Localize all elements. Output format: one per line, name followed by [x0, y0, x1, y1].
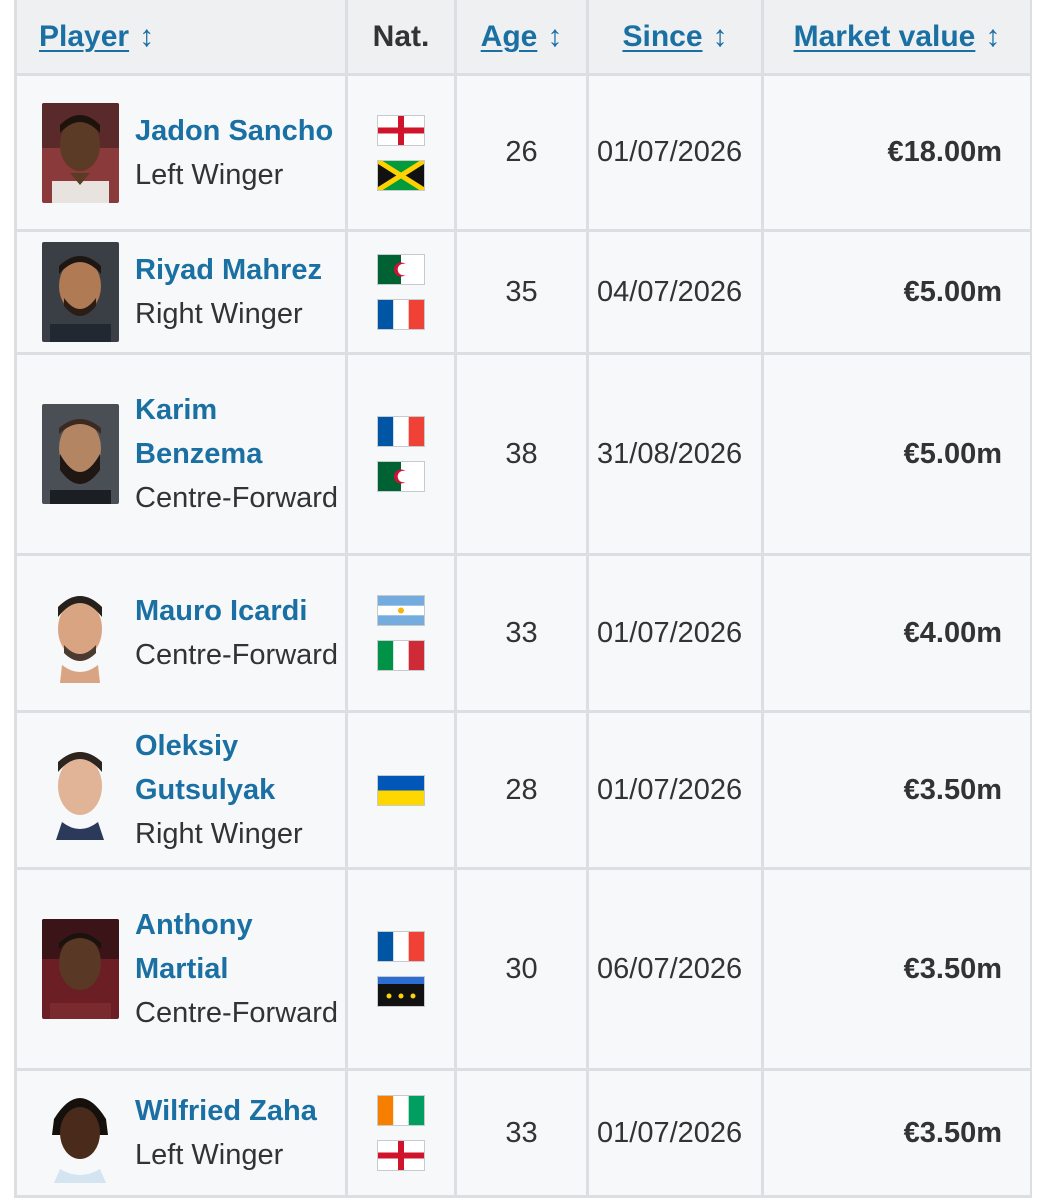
since-cell: 01/07/2026 [589, 1071, 761, 1195]
sort-arrows-icon[interactable]: ↕ [713, 20, 728, 54]
sort-arrows-icon[interactable]: ↕ [139, 20, 154, 54]
algeria-flag-icon[interactable] [378, 255, 424, 284]
player-photo[interactable] [42, 404, 119, 504]
table-row: Anthony Martial Centre-Forward 30 06/07/… [17, 870, 1030, 1068]
age-cell: 38 [457, 355, 586, 553]
market-value-cell: €18.00m [764, 76, 1030, 229]
player-position: Right Winger [135, 818, 303, 850]
player-photo[interactable] [42, 242, 119, 342]
age-cell: 28 [457, 713, 586, 867]
player-position: Centre-Forward [135, 997, 339, 1029]
sort-arrows-icon[interactable]: ↕ [985, 20, 1000, 54]
market-value-cell: €5.00m [764, 232, 1030, 352]
england-flag-icon[interactable] [378, 115, 424, 145]
age-cell: 26 [457, 76, 586, 229]
transfers-table: Player ↕ Nat. Age ↕ Since ↕ Market value… [14, 0, 1032, 1198]
player-cell: Karim Benzema Centre-Forward [17, 355, 345, 553]
age-cell: 33 [457, 556, 586, 710]
table-header: Player ↕ Nat. Age ↕ Since ↕ Market value… [17, 0, 1030, 73]
market-value-cell: €3.50m [764, 713, 1030, 867]
player-position: Left Winger [135, 158, 284, 191]
player-cell: Jadon Sancho Left Winger [17, 76, 345, 229]
sort-age-link[interactable]: Age [481, 20, 538, 54]
player-photo[interactable] [42, 102, 119, 203]
column-header-player[interactable]: Player ↕ [17, 0, 345, 73]
since-cell: 01/07/2026 [589, 556, 761, 710]
player-cell: Riyad Mahrez Right Winger [17, 232, 345, 352]
column-header-market-value[interactable]: Market value ↕ [764, 0, 1030, 73]
column-header-since[interactable]: Since ↕ [589, 0, 761, 73]
table-row: Wilfried Zaha Left Winger 33 01/07/2026 … [17, 1071, 1030, 1195]
france-flag-icon[interactable] [378, 417, 424, 446]
player-cell: Wilfried Zaha Left Winger [17, 1071, 345, 1195]
player-name-link[interactable]: Anthony Martial [135, 903, 345, 991]
france-flag-icon[interactable] [378, 932, 424, 961]
player-position: Centre-Forward [135, 482, 339, 514]
column-header-nat: Nat. [348, 0, 454, 73]
nationality-cell [348, 713, 454, 867]
age-cell: 33 [457, 1071, 586, 1195]
nationality-cell [348, 76, 454, 229]
player-name-link[interactable]: Riyad Mahrez [135, 248, 322, 292]
table-row: Riyad Mahrez Right Winger 35 04/07/2026 … [17, 232, 1030, 352]
age-cell: 30 [457, 870, 586, 1068]
player-cell: Mauro Icardi Centre-Forward [17, 556, 345, 710]
argentina-flag-icon[interactable] [378, 596, 424, 625]
ukraine-flag-icon[interactable] [378, 775, 424, 805]
since-cell: 06/07/2026 [589, 870, 761, 1068]
player-name-link[interactable]: Oleksiy Gutsulyak [135, 724, 345, 812]
sort-arrows-icon[interactable]: ↕ [547, 20, 562, 54]
age-cell: 35 [457, 232, 586, 352]
market-value-cell: €4.00m [764, 556, 1030, 710]
table-row: Mauro Icardi Centre-Forward 33 01/07/202… [17, 556, 1030, 710]
player-photo[interactable] [42, 919, 119, 1019]
player-cell: Anthony Martial Centre-Forward [17, 870, 345, 1068]
sort-player-link[interactable]: Player [39, 20, 129, 54]
player-photo[interactable] [42, 1083, 119, 1183]
since-cell: 01/07/2026 [589, 76, 761, 229]
column-header-age[interactable]: Age ↕ [457, 0, 586, 73]
market-value-cell: €5.00m [764, 355, 1030, 553]
nat-header-label: Nat. [372, 19, 430, 53]
nationality-cell [348, 1071, 454, 1195]
england-flag-icon[interactable] [378, 1141, 424, 1170]
sort-since-link[interactable]: Since [622, 20, 702, 54]
france-flag-icon[interactable] [378, 300, 424, 329]
nationality-cell [348, 556, 454, 710]
market-value-cell: €3.50m [764, 870, 1030, 1068]
player-position: Centre-Forward [135, 639, 339, 671]
table-row: Jadon Sancho Left Winger 26 01/07/2026 €… [17, 76, 1030, 229]
since-cell: 04/07/2026 [589, 232, 761, 352]
player-cell: Oleksiy Gutsulyak Right Winger [17, 713, 345, 867]
player-photo[interactable] [42, 583, 119, 683]
since-cell: 31/08/2026 [589, 355, 761, 553]
italy-flag-icon[interactable] [378, 641, 424, 670]
nationality-cell [348, 355, 454, 553]
player-name-link[interactable]: Karim Benzema [135, 388, 345, 476]
sort-market-value-link[interactable]: Market value [794, 20, 976, 54]
jamaica-flag-icon[interactable] [378, 160, 424, 190]
player-name-link[interactable]: Jadon Sancho [135, 109, 333, 153]
nationality-cell [348, 232, 454, 352]
since-cell: 01/07/2026 [589, 713, 761, 867]
player-position: Left Winger [135, 1139, 284, 1171]
player-name-link[interactable]: Mauro Icardi [135, 589, 338, 633]
player-name-link[interactable]: Wilfried Zaha [135, 1089, 317, 1133]
nationality-cell [348, 870, 454, 1068]
table-row: Karim Benzema Centre-Forward 38 31/08/20… [17, 355, 1030, 553]
player-photo[interactable] [42, 740, 119, 840]
player-position: Right Winger [135, 298, 303, 330]
cote-divoire-flag-icon[interactable] [378, 1096, 424, 1125]
market-value-cell: €3.50m [764, 1071, 1030, 1195]
algeria-flag-icon[interactable] [378, 462, 424, 491]
guadeloupe-flag-icon[interactable] [378, 977, 424, 1006]
table-row: Oleksiy Gutsulyak Right Winger 28 01/07/… [17, 713, 1030, 867]
